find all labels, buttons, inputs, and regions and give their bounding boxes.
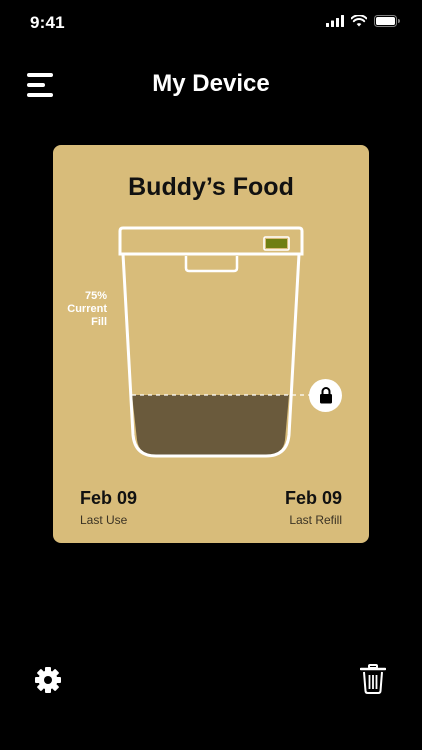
status-bar: 9:41 [0,0,422,46]
battery-icon [374,15,400,27]
cellular-signal-icon [326,15,344,27]
canister-handle [184,256,239,273]
fill-percent: 75% [84,290,107,302]
delete-button[interactable] [359,664,387,694]
last-refill-label: Last Refill [289,513,342,527]
device-card[interactable]: Buddy’s Food 75% Current Fill Feb 09 Las… [53,145,369,543]
last-refill-date: Feb 09 [284,488,342,508]
last-refill-block: Feb 09 Last Refill [285,488,342,527]
last-use-date: Feb 09 [80,488,138,508]
fill-label-line1: Current [67,303,107,315]
page-title: My Device [152,70,270,97]
gear-icon [35,667,61,693]
lock-button[interactable] [309,379,342,412]
food-fill-level [132,395,289,455]
settings-button[interactable] [34,666,62,694]
lid-battery-fill [266,239,287,248]
food-canister-illustration [118,226,310,458]
last-use-block: Feb 09 Last Use [80,488,137,527]
lock-icon [319,387,332,404]
last-use-label: Last Use [80,513,128,527]
status-time: 9:41 [30,13,65,32]
wifi-icon [351,15,367,27]
trash-icon [359,664,387,694]
status-icons [326,15,400,27]
fill-label-line2: Fill [91,316,107,328]
current-fill-label: 75% Current Fill [37,290,107,329]
